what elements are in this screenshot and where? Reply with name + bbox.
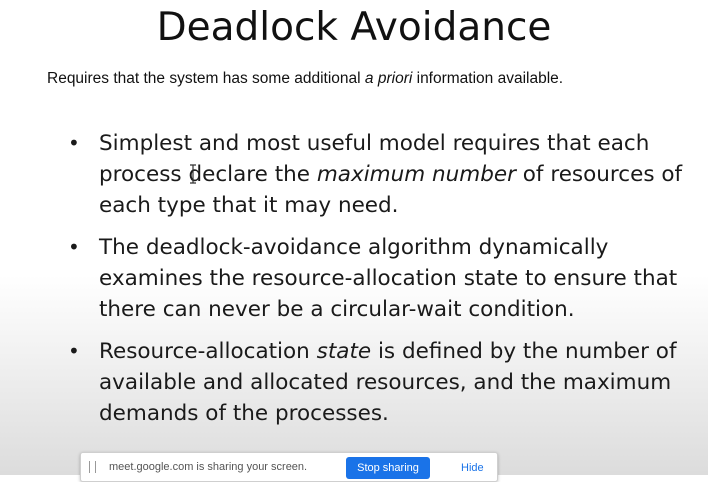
- bullet-dot: •: [68, 339, 80, 363]
- subtitle-text-start: Requires that the system has some additi…: [47, 70, 365, 87]
- slide: Deadlock Avoidance Requires that the sys…: [0, 0, 708, 475]
- text-cursor-icon: [190, 164, 196, 184]
- bullet-item: • Resource-allocation state is defined by…: [68, 336, 688, 429]
- bullet-text-start: Resource-allocation: [99, 339, 317, 364]
- bullet-text-start: The deadlock-avoidance algorithm dynamic…: [99, 235, 678, 322]
- slide-title: Deadlock Avoidance: [156, 5, 552, 50]
- slide-subtitle: Requires that the system has some additi…: [47, 68, 647, 90]
- screen-share-bar: meet.google.com is sharing your screen. …: [80, 452, 498, 482]
- bullet-list: • Simplest and most useful model requires…: [68, 128, 688, 440]
- bullet-dot: •: [68, 235, 80, 259]
- stop-sharing-button[interactable]: Stop sharing: [346, 457, 430, 479]
- screen-share-message: meet.google.com is sharing your screen.: [109, 461, 308, 473]
- subtitle-text-end: information available.: [412, 70, 564, 87]
- bullet-dot: •: [68, 131, 80, 155]
- bullet-item: • Simplest and most useful model requires…: [68, 128, 688, 221]
- hide-link[interactable]: Hide: [461, 462, 484, 474]
- bullet-item: • The deadlock-avoidance algorithm dynami…: [68, 232, 688, 325]
- subtitle-italic-text: a priori: [364, 70, 413, 87]
- bullet-italic-text: maximum number: [316, 162, 516, 187]
- bullet-italic-text: state: [316, 339, 372, 364]
- drag-handle-icon[interactable]: [89, 461, 96, 473]
